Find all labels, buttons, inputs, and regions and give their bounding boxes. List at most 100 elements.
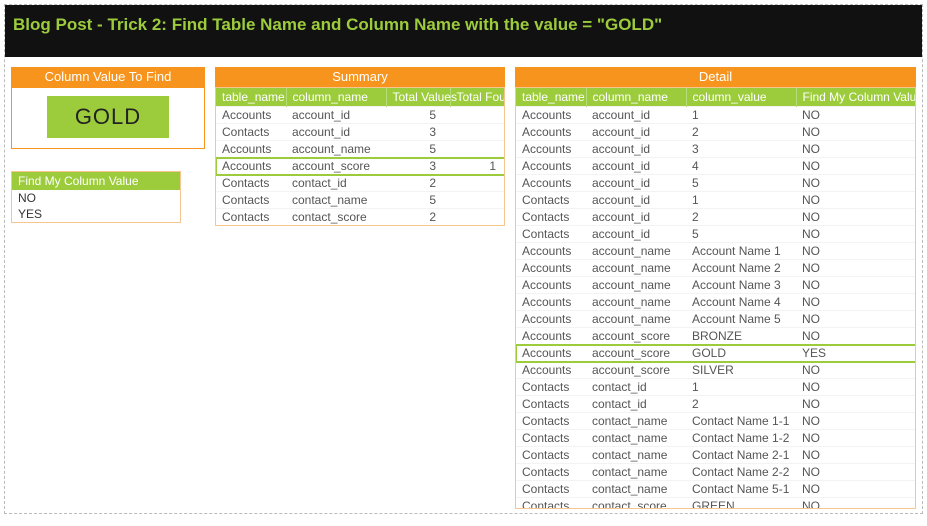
table-cell: 1 [450,158,504,175]
column-header[interactable]: table_name [216,88,286,107]
detail-table: table_namecolumn_namecolumn_valueFind My… [516,88,915,508]
table-cell: Accounts [516,345,586,362]
table-cell: NO [796,447,915,464]
table-cell: account_id [586,124,686,141]
table-cell: Accounts [216,141,286,158]
table-row[interactable]: Accountsaccount_nameAccount Name 3NO [516,277,915,294]
table-cell: NO [796,396,915,413]
table-cell: NO [796,294,915,311]
table-row[interactable]: Contactscontact_nameContact Name 2-2NO [516,464,915,481]
detail-grid-wrap: table_namecolumn_namecolumn_valueFind My… [515,87,916,509]
table-row[interactable]: Accountsaccount_id5NO [516,175,915,192]
table-cell [450,124,504,141]
table-cell: NO [796,328,915,345]
table-row[interactable]: Accountsaccount_nameAccount Name 4NO [516,294,915,311]
table-row[interactable]: Contactscontact_scoreGREENNO [516,498,915,509]
table-cell: NO [796,277,915,294]
table-cell: NO [796,311,915,328]
table-cell: contact_score [286,209,386,226]
table-row[interactable]: Contactscontact_nameContact Name 2-1NO [516,447,915,464]
table-cell: contact_name [586,464,686,481]
table-row[interactable]: Accountsaccount_scoreSILVERNO [516,362,915,379]
table-row[interactable]: Accountsaccount_nameAccount Name 5NO [516,311,915,328]
table-cell: Accounts [516,328,586,345]
table-row[interactable]: Accountsaccount_id3NO [516,141,915,158]
detail-title: Detail [515,67,916,87]
table-cell: contact_score [586,498,686,509]
page-title: Blog Post - Trick 2: Find Table Name and… [5,5,922,57]
table-cell: 5 [686,175,796,192]
table-row[interactable]: Contactscontact_name5 [216,192,504,209]
table-cell: Contact Name 2-2 [686,464,796,481]
table-row[interactable]: Contactsaccount_id1NO [516,192,915,209]
table-cell: Contacts [516,430,586,447]
table-row[interactable]: Contactsaccount_id3 [216,124,504,141]
table-cell: contact_name [586,447,686,464]
summary-scroll[interactable]: table_namecolumn_nameTotal ValuesTotal F… [216,88,504,225]
table-row[interactable]: Contactsaccount_id5NO [516,226,915,243]
find-value-badge[interactable]: GOLD [47,96,169,138]
table-cell: account_score [286,158,386,175]
column-header[interactable]: column_name [286,88,386,107]
table-row[interactable]: Accountsaccount_nameAccount Name 2NO [516,260,915,277]
table-cell: NO [796,124,915,141]
table-row[interactable]: Accountsaccount_id5 [216,107,504,124]
table-cell [450,107,504,124]
table-row[interactable]: Contactscontact_nameContact Name 5-1NO [516,481,915,498]
table-row[interactable]: Contactscontact_id2NO [516,396,915,413]
table-cell: 5 [386,192,450,209]
table-cell: contact_name [286,192,386,209]
table-cell: Contacts [516,209,586,226]
table-row[interactable]: Accountsaccount_id2NO [516,124,915,141]
table-cell: account_name [586,260,686,277]
table-cell: 1 [686,379,796,396]
detail-panel: Detail table_namecolumn_namecolumn_value… [515,67,916,509]
table-cell: Accounts [216,107,286,124]
table-cell: Contacts [216,124,286,141]
table-cell: NO [796,464,915,481]
table-row[interactable]: Contactscontact_id2 [216,175,504,192]
table-row[interactable]: Accountsaccount_name5 [216,141,504,158]
table-cell: Accounts [516,277,586,294]
table-cell: Contacts [216,192,286,209]
table-row[interactable]: Contactscontact_nameContact Name 1-1NO [516,413,915,430]
dashboard-page: Blog Post - Trick 2: Find Table Name and… [4,4,923,514]
table-cell: account_id [286,124,386,141]
column-header[interactable]: Total Values [386,88,450,107]
table-row[interactable]: Contactscontact_nameContact Name 1-2NO [516,430,915,447]
table-cell: Accounts [516,260,586,277]
table-row[interactable]: Accountsaccount_id1NO [516,107,915,124]
table-cell: 1 [686,107,796,124]
detail-scroll[interactable]: table_namecolumn_namecolumn_valueFind My… [516,88,915,508]
table-cell: NO [796,226,915,243]
table-cell: account_name [286,141,386,158]
table-cell: account_id [586,141,686,158]
table-row[interactable]: Accountsaccount_score31 [216,158,504,175]
table-cell: NO [796,413,915,430]
table-cell: Accounts [216,158,286,175]
table-cell: Accounts [516,311,586,328]
column-header[interactable]: Find My Column Value [796,88,915,107]
table-cell: account_id [586,192,686,209]
table-cell: NO [796,192,915,209]
table-cell: Account Name 5 [686,311,796,328]
column-header[interactable]: column_name [586,88,686,107]
table-row[interactable]: Contactscontact_score2 [216,209,504,226]
table-row[interactable]: Accountsaccount_scoreGOLDYES [516,345,915,362]
table-cell: Contacts [516,192,586,209]
column-header[interactable]: column_value [686,88,796,107]
table-row[interactable]: Contactscontact_id1NO [516,379,915,396]
find-panel: GOLD [11,87,205,149]
table-row[interactable]: Accountsaccount_id4NO [516,158,915,175]
table-cell: account_score [586,362,686,379]
value-filter-item[interactable]: NO [12,190,180,206]
table-cell: Contact Name 1-2 [686,430,796,447]
column-header[interactable]: table_name [516,88,586,107]
table-row[interactable]: Accountsaccount_scoreBRONZENO [516,328,915,345]
table-cell: account_score [586,345,686,362]
table-row[interactable]: Contactsaccount_id2NO [516,209,915,226]
table-row[interactable]: Accountsaccount_nameAccount Name 1NO [516,243,915,260]
value-filter-item[interactable]: YES [12,206,180,222]
table-cell: 3 [386,124,450,141]
column-header[interactable]: Total Found [450,88,504,107]
